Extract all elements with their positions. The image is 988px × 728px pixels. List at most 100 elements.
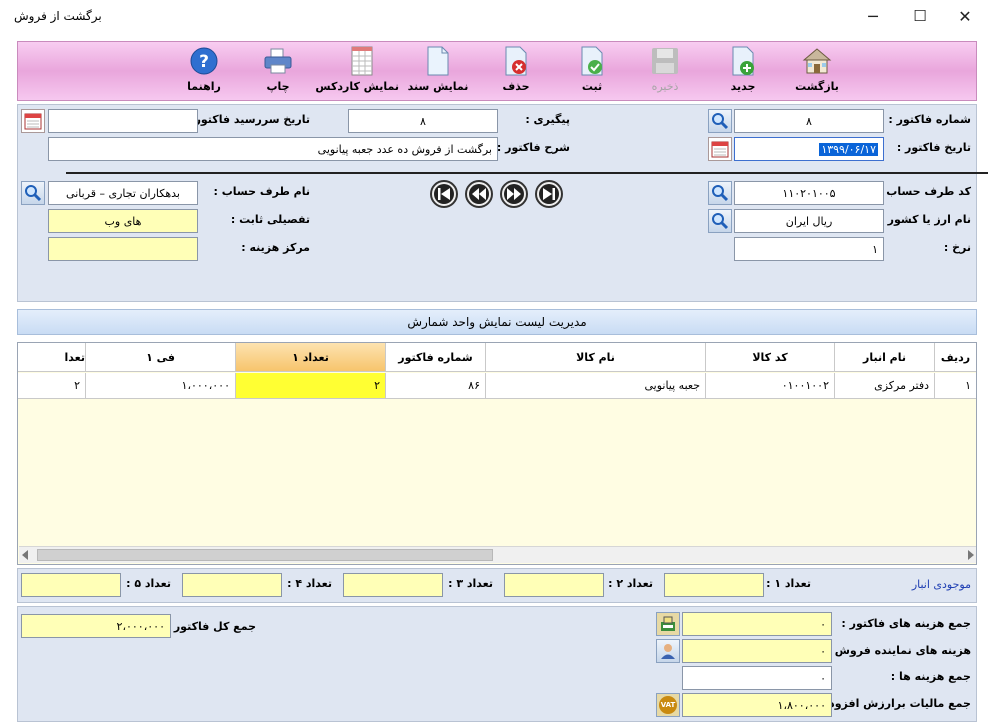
column-header-price1[interactable]: فی ۱ [86, 343, 236, 372]
invoice-number-field[interactable]: ۸ [734, 109, 884, 133]
printer-icon [263, 46, 293, 76]
description-field[interactable]: برگشت از فروش ده عدد جعبه پیانویی [48, 137, 498, 161]
cell-qty1[interactable]: ۲ [236, 373, 386, 399]
inventory-qty1-field[interactable] [664, 573, 764, 597]
totals-panel: جمع هزینه های فاکتور : ۰ هزینه های نماین… [17, 606, 977, 722]
account-name-field[interactable]: بدهکاران تجاری – قربانی [48, 181, 198, 205]
back-button[interactable]: بازگشت [781, 44, 853, 98]
previous-record-icon[interactable] [464, 179, 494, 209]
rate-field[interactable]: ۱ [734, 237, 884, 261]
column-header-qty-partial[interactable]: تعدا [18, 343, 86, 372]
last-record-icon[interactable] [534, 179, 564, 209]
cost-center-field[interactable] [48, 237, 198, 261]
register-button[interactable]: ثبت [556, 44, 628, 98]
cell-invoice-number[interactable]: ۸۶ [386, 373, 486, 399]
items-grid: ردیف نام انبار کد کالا نام کالا شماره فا… [17, 342, 977, 565]
detail-field[interactable]: های وب [48, 209, 198, 233]
vat-button[interactable]: VAT [656, 693, 680, 717]
cell-item-name[interactable]: جعبه پیانویی [486, 373, 706, 399]
home-icon [802, 46, 832, 76]
minimize-button[interactable]: ─ [850, 0, 896, 32]
cell-warehouse[interactable]: دفتر مرکزی [835, 373, 935, 399]
invoice-search-button[interactable] [708, 109, 732, 133]
title-bar: برگشت از فروش ─ ☐ ✕ [0, 0, 988, 32]
column-header-item-code[interactable]: کد کالا [706, 343, 835, 372]
unit-list-management-bar[interactable]: مدیریت لیست نمایش واحد شمارش [17, 309, 977, 335]
delete-document-icon [501, 46, 531, 76]
currency-label: نام ارز یا کشور : [879, 213, 971, 226]
help-button[interactable]: ? راهنما [168, 44, 240, 98]
cell-price1[interactable]: ۱،۰۰۰،۰۰۰ [86, 373, 236, 399]
inventory-qty4-field[interactable] [182, 573, 282, 597]
inventory-qty3-field[interactable] [343, 573, 443, 597]
search-icon [712, 113, 729, 130]
print-button[interactable]: چاپ [242, 44, 314, 98]
currency-search-button[interactable] [708, 209, 732, 233]
due-date-field[interactable] [48, 109, 198, 133]
invoice-date-label: تاریخ فاکتور : [896, 141, 971, 154]
delete-button[interactable]: حذف [480, 44, 552, 98]
cell-item-code[interactable]: ۰۱۰۰۱۰۰۲ [706, 373, 835, 399]
next-record-icon[interactable] [499, 179, 529, 209]
agent-costs-button[interactable] [656, 639, 680, 663]
show-document-label: نمایش سند [407, 80, 469, 93]
total-costs-field[interactable]: ۰ [682, 666, 832, 690]
horizontal-scrollbar[interactable] [19, 546, 976, 563]
description-label: شرح فاکتور : [496, 141, 570, 154]
toolbar: بازگشت جدید ذخیره ثبت حذف نمایش سند نمای… [17, 41, 977, 101]
scroll-left-arrow-icon[interactable] [22, 550, 28, 560]
column-header-warehouse[interactable]: نام انبار [835, 343, 935, 372]
invoice-date-calendar-button[interactable] [708, 137, 732, 161]
grand-total-field[interactable]: ۲،۰۰۰،۰۰۰ [21, 614, 171, 638]
inventory-qty2-field[interactable] [504, 573, 604, 597]
invoice-date-value: ۱۳۹۹/۰۶/۱۷ [819, 142, 878, 156]
invoice-header-panel: شماره فاکتور : ۸ تاریخ فاکتور : ۱۳۹۹/۰۶/… [17, 104, 988, 302]
section-divider [66, 172, 988, 174]
column-header-qty1[interactable]: تعداد ۱ [236, 343, 386, 372]
check-document-icon [577, 46, 607, 76]
column-header-invoice-number[interactable]: شماره فاکتور [386, 343, 486, 372]
show-cardex-label: نمایش کاردکس [315, 80, 399, 93]
register-label: ثبت [581, 80, 603, 93]
show-document-button[interactable]: نمایش سند [402, 44, 474, 98]
save-button[interactable]: ذخیره [629, 44, 701, 98]
vat-label: جمع مالیات برارزش افزوده : [814, 697, 971, 710]
inventory-qty1-label: تعداد ۱ : [766, 577, 811, 590]
cell-qty-partial[interactable]: ۲ [18, 373, 86, 399]
help-label: راهنما [187, 80, 221, 93]
cell-row[interactable]: ۱ [935, 373, 976, 399]
agent-costs-label: هزینه های نماینده فروش : [826, 644, 971, 657]
account-name-search-button[interactable] [21, 181, 45, 205]
account-code-field[interactable]: ۱۱۰۲۰۱۰۰۵ [734, 181, 884, 205]
inventory-qty5-field[interactable] [21, 573, 121, 597]
column-header-row[interactable]: ردیف [935, 343, 976, 372]
inventory-panel: موجودی انبار تعداد ۱ : تعداد ۲ : تعداد ۳… [17, 568, 977, 603]
first-record-icon[interactable] [429, 179, 459, 209]
agent-costs-field[interactable]: ۰ [682, 639, 832, 663]
due-date-calendar-button[interactable] [21, 109, 45, 133]
window-title: برگشت از فروش [14, 9, 102, 23]
cost-center-label: مرکز هزینه : [241, 241, 310, 254]
invoice-number-label: شماره فاکتور : [888, 113, 971, 126]
vat-field[interactable]: ۱،۸۰۰،۰۰۰ [682, 693, 832, 717]
svg-text:?: ? [199, 52, 209, 72]
new-button[interactable]: جدید [707, 44, 779, 98]
help-icon: ? [189, 46, 219, 76]
scrollbar-thumb[interactable] [37, 549, 493, 561]
new-label: جدید [730, 80, 756, 93]
invoice-costs-field[interactable]: ۰ [682, 612, 832, 636]
followup-field[interactable]: ۸ [348, 109, 498, 133]
column-header-item-name[interactable]: نام کالا [486, 343, 706, 372]
floppy-disk-icon [650, 46, 680, 76]
account-search-button[interactable] [708, 181, 732, 205]
show-cardex-button[interactable]: نمایش کاردکس [315, 44, 399, 98]
calendar-icon [711, 141, 729, 158]
scroll-right-arrow-icon[interactable] [968, 550, 974, 560]
document-icon [423, 46, 453, 76]
print-label: چاپ [266, 80, 290, 93]
currency-field[interactable]: ریال ایران [734, 209, 884, 233]
maximize-button[interactable]: ☐ [897, 0, 943, 32]
invoice-date-field[interactable]: ۱۳۹۹/۰۶/۱۷ [734, 137, 884, 161]
close-button[interactable]: ✕ [942, 0, 988, 32]
invoice-costs-button[interactable] [656, 612, 680, 636]
